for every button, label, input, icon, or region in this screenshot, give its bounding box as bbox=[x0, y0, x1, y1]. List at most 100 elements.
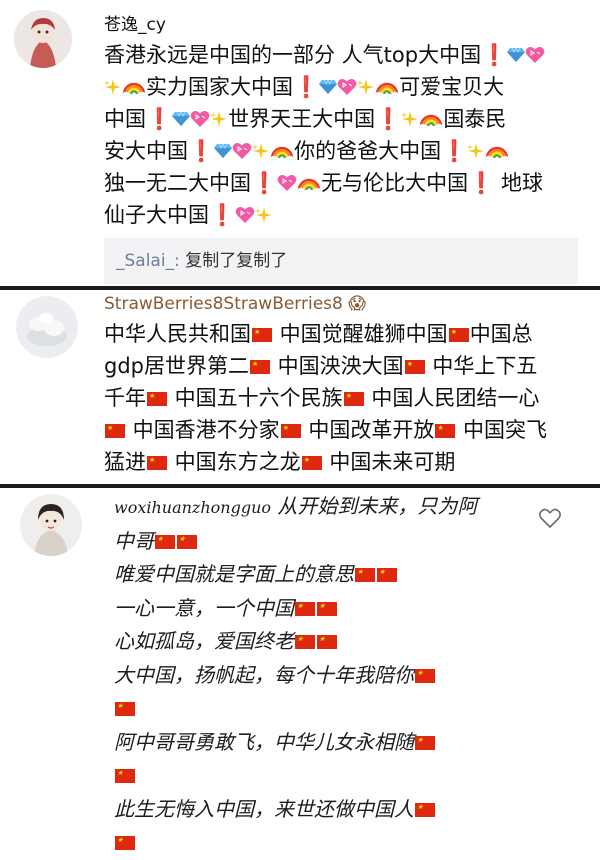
china-flag-icon bbox=[115, 702, 135, 716]
china-flag-icon bbox=[147, 392, 167, 406]
line-text: 中国未来可期 bbox=[322, 450, 456, 474]
china-flag-icon bbox=[317, 601, 337, 616]
line-text: 中华人民共和国 bbox=[104, 322, 251, 346]
line-text: 心如孤岛，爱国终老 bbox=[114, 629, 294, 653]
exclamation-icon: ❗ bbox=[375, 107, 402, 131]
exclamation-icon: ❗ bbox=[481, 43, 508, 67]
comment-line: 仙子大中国❗ bbox=[104, 199, 545, 231]
comment-line: 中华人民共和国 中国觉醒雄狮中国中国总 bbox=[104, 318, 547, 350]
comment-line: 大中国，扬帆起，每个十年我陪你 bbox=[114, 659, 477, 693]
rainbow-icon bbox=[485, 146, 510, 160]
sparkles-icon bbox=[357, 79, 375, 95]
china-flag-icon bbox=[177, 534, 197, 549]
sparkles-icon bbox=[252, 143, 270, 159]
line-text: 千年 bbox=[104, 386, 146, 410]
line-text: 中国泱泱大国 bbox=[271, 354, 404, 378]
comment-line: 唯爱中国就是字面上的意思 bbox=[114, 558, 477, 592]
comment-line: 阿中哥哥勇敢飞，中华儿女永相随 bbox=[114, 726, 477, 760]
line-text: 中国觉醒雄狮中国 bbox=[273, 322, 448, 346]
comment-line: 千年 中国五十六个民族 中国人民团结一心 bbox=[104, 382, 547, 414]
china-flag-icon bbox=[155, 534, 175, 549]
line-text: 阿中哥哥勇敢飞，中华儿女永相随 bbox=[114, 729, 414, 754]
username[interactable]: StrawBerries8StrawBerries8 😱 bbox=[104, 294, 366, 314]
line-text: 中国东方之龙 bbox=[168, 450, 301, 474]
username[interactable]: 苍逸_cy bbox=[104, 10, 166, 35]
comment-line: 中国香港不分家 中国改革开放 中国突飞 bbox=[104, 414, 547, 446]
line-text: 唯爱中国就是字面上的意思 bbox=[114, 562, 354, 586]
comment-line bbox=[114, 826, 477, 860]
china-flag-icon bbox=[435, 424, 456, 438]
line-text: gdp居世界第二 bbox=[104, 354, 249, 378]
comment-line: 香港永远是中国的一部分 人气top大中国❗ bbox=[104, 39, 545, 71]
china-flag-icon bbox=[355, 568, 375, 582]
comment-line: 猛进 中国东方之龙 中国未来可期 bbox=[104, 446, 547, 478]
exclamation-icon: ❗ bbox=[441, 139, 468, 163]
reply-username[interactable]: _Salai_: bbox=[116, 251, 180, 271]
comment-line: 独一无二大中国❗ 无与伦比大中国❗ 地球 bbox=[104, 167, 545, 199]
comment-text: woxihuanzhongguo 从开始到未来，只为阿 中哥唯爱中国就是字面上的… bbox=[114, 490, 477, 860]
gem-icon bbox=[172, 111, 191, 126]
line-text: 实力国家大中国 bbox=[146, 75, 293, 99]
line-text: 你的爸爸大中国 bbox=[294, 139, 442, 163]
line-text: 中国总 bbox=[469, 322, 533, 346]
rainbow-icon bbox=[419, 114, 444, 128]
username[interactable]: woxihuanzhongguo bbox=[114, 498, 271, 517]
line-text: 大中国，扬帆起，每个十年我陪你 bbox=[114, 662, 414, 687]
line-text: 独一无二大中国 bbox=[104, 171, 251, 195]
reply-preview[interactable]: _Salai_: 复制了复制了 bbox=[104, 238, 578, 284]
gem-icon bbox=[214, 143, 233, 158]
comment-line: 一心一意，一个中国 bbox=[114, 592, 477, 626]
comment-text: 香港永远是中国的一部分 人气top大中国❗ 实力国家大中国❗ 可爱宝贝大 中国❗ 世界天… bbox=[104, 39, 545, 231]
comment-line: 心如孤岛，爱国终老 bbox=[114, 625, 477, 659]
comment-1: 苍逸_cy 香港永远是中国的一部分 人气top大中国❗ 实力国家大中国❗ 可爱宝贝大… bbox=[0, 0, 600, 286]
comment-line: 安大中国❗ 你的爸爸大中国❗ bbox=[104, 135, 545, 167]
line-text: 一心一意，一个中国 bbox=[114, 595, 294, 620]
exclamation-icon: ❗ bbox=[468, 171, 495, 195]
china-flag-icon bbox=[115, 836, 135, 850]
rainbow-icon bbox=[297, 178, 321, 192]
china-flag-icon bbox=[147, 456, 167, 470]
avatar[interactable] bbox=[14, 10, 72, 68]
comment-line: 中哥 bbox=[114, 525, 477, 559]
sparkles-icon bbox=[467, 143, 485, 159]
heart-sparkle-icon bbox=[190, 111, 210, 127]
sparkles-icon bbox=[255, 207, 273, 223]
line-text: 地球 bbox=[494, 171, 543, 195]
avatar[interactable] bbox=[16, 296, 78, 358]
line-text: 此生无悔入中国，来世还做中国人 bbox=[114, 796, 414, 821]
china-flag-icon bbox=[115, 769, 135, 783]
rainbow-icon bbox=[270, 146, 294, 160]
china-flag-icon bbox=[295, 635, 315, 649]
line-text: 中国香港不分家 bbox=[126, 418, 280, 442]
china-flag-icon bbox=[105, 424, 125, 438]
line-text: 猛进 bbox=[104, 450, 146, 474]
line-text: 仙子大中国 bbox=[104, 203, 209, 227]
exclamation-icon: ❗ bbox=[251, 171, 278, 195]
comment-line: 此生无悔入中国，来世还做中国人 bbox=[114, 793, 477, 827]
like-heart-icon[interactable] bbox=[538, 507, 562, 529]
gem-icon bbox=[507, 47, 526, 62]
line-text: 中国五十六个民族 bbox=[168, 386, 343, 410]
scream-emoji-icon: 😱 bbox=[348, 294, 366, 314]
comment-2: StrawBerries8StrawBerries8 😱 中华人民共和国 中国觉… bbox=[0, 290, 600, 484]
line-text: 中国 bbox=[104, 107, 146, 131]
line-text: 中国改革开放 bbox=[301, 418, 435, 442]
avatar[interactable] bbox=[20, 494, 82, 556]
exclamation-icon: ❗ bbox=[209, 203, 236, 227]
comment-line bbox=[114, 692, 477, 726]
heart-sparkle-icon bbox=[337, 79, 357, 95]
line-text: 世界天王大中国 bbox=[228, 107, 376, 131]
comment-3: woxihuanzhongguo 从开始到未来，只为阿 中哥唯爱中国就是字面上的… bbox=[0, 488, 600, 850]
line-text: 可爱宝贝大 bbox=[399, 75, 505, 99]
line-text: 香港永远是中国的一部分 人气top大中国 bbox=[104, 43, 482, 67]
china-flag-icon bbox=[415, 668, 435, 683]
username-text[interactable]: StrawBerries8StrawBerries8 bbox=[104, 294, 343, 314]
china-flag-icon bbox=[252, 328, 272, 342]
comment-line: woxihuanzhongguo 从开始到未来，只为阿 bbox=[114, 490, 477, 525]
heart-sparkle-icon bbox=[277, 175, 297, 191]
rainbow-icon bbox=[375, 82, 399, 96]
comment-line: 实力国家大中国❗ 可爱宝贝大 bbox=[104, 71, 545, 103]
exclamation-icon: ❗ bbox=[293, 75, 320, 99]
china-flag-icon bbox=[250, 360, 270, 374]
line-text: 中国突飞 bbox=[456, 418, 548, 442]
